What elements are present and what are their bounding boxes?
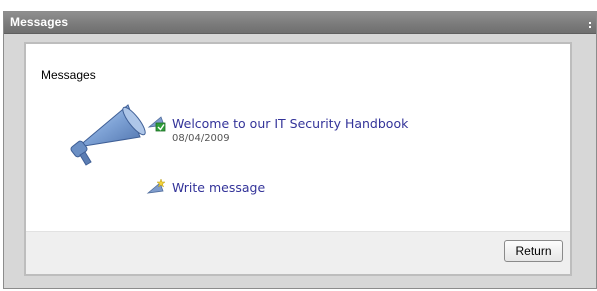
megaphone-icon — [70, 104, 146, 166]
window-titlebar: Messages — [4, 12, 596, 34]
panel-footer: Return — [26, 231, 570, 274]
resize-grip-icon[interactable] — [588, 16, 593, 28]
window-title: Messages — [10, 15, 69, 29]
megaphone-write-icon — [146, 178, 166, 194]
message-date: 08/04/2009 — [172, 133, 230, 144]
panel-heading: Messages — [41, 68, 96, 82]
write-message-link[interactable]: Write message — [172, 180, 265, 195]
message-title-link[interactable]: Welcome to our IT Security Handbook — [172, 116, 408, 131]
messages-panel: Messages Welcome to our IT Security Hand… — [24, 42, 572, 276]
return-button[interactable]: Return — [504, 240, 563, 262]
megaphone-new-icon — [147, 116, 166, 132]
messages-window: Messages Messages Welcome to our IT Secu… — [3, 11, 597, 289]
